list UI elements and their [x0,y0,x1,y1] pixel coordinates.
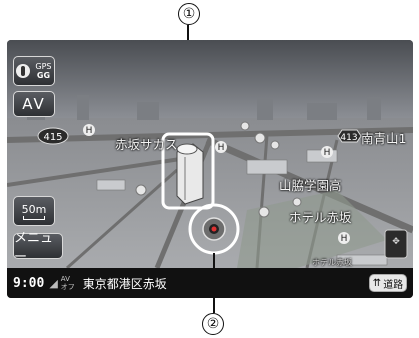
road-select-button[interactable]: ⇈ 道路 [369,274,407,292]
svg-text:✥: ✥ [392,237,400,247]
map-label-minami-aoyama: 南青山1 [361,131,407,146]
callout-number-2-text: ② [206,316,220,332]
route-413-sign: 413 [337,129,362,143]
scale-button[interactable]: 50m [13,196,55,226]
current-position-marker [202,217,226,241]
navigation-screen: 415 413 H H H H ✥ 南青山1 赤坂サカス 山脇学園高 ホテル赤坂… [7,40,413,298]
gps-indicator: GPS GG [35,62,51,80]
route-415-sign: 415 [37,127,69,145]
svg-text:H: H [218,143,225,153]
road-icon: ⇈ [372,277,382,289]
callout-number-1-text: ① [182,6,196,22]
road-button-label: 道路 [383,279,404,291]
current-address: 東京都港区赤坂 [82,276,167,291]
av-off-bottom: オフ [60,283,75,291]
callout-number-2: ② [202,313,224,335]
menu-button-label: メニュー [14,231,54,265]
callout-number-1: ① [178,3,200,25]
svg-text:H: H [341,234,348,244]
signal-icon: ◢ [49,276,58,290]
gps-sub-label: GG [36,71,51,80]
av-button-label: AV [22,95,46,113]
map-label-small-text: ホテル赤坂 [312,258,352,267]
av-button[interactable]: AV [13,91,55,117]
status-bar: 9:00 ◢ AV オフ 東京都港区赤坂 ⇈ 道路 [7,268,413,298]
gps-label: GPS [35,62,52,71]
map-view[interactable]: 415 413 H H H H ✥ [7,40,413,268]
route-413-text: 413 [340,133,357,143]
scale-label: 50m [21,202,47,216]
clock: 9:00 [13,275,45,291]
av-off-indicator: AV オフ [61,275,75,291]
map-label-hotel-akasaka: ホテル赤坂 [289,210,352,225]
map-label-yamawaki-gakuen: 山脇学園高 [279,178,342,193]
svg-text:H: H [86,126,93,136]
compass-icon [16,64,31,78]
scale-bar-icon [23,215,45,220]
av-off-top: AV [60,275,70,283]
callout-2-leader-line [213,253,215,313]
svg-text:H: H [324,148,331,158]
map-orientation-widget: ✥ [384,229,408,259]
sky-area [7,40,413,120]
route-415-text: 415 [43,132,62,143]
menu-button[interactable]: メニュー [13,231,63,265]
gps-compass-button[interactable]: GPS GG [13,56,55,86]
map-label-akasaka-sacas: 赤坂サカス [115,137,178,152]
highlighted-3d-landmark [176,143,204,205]
